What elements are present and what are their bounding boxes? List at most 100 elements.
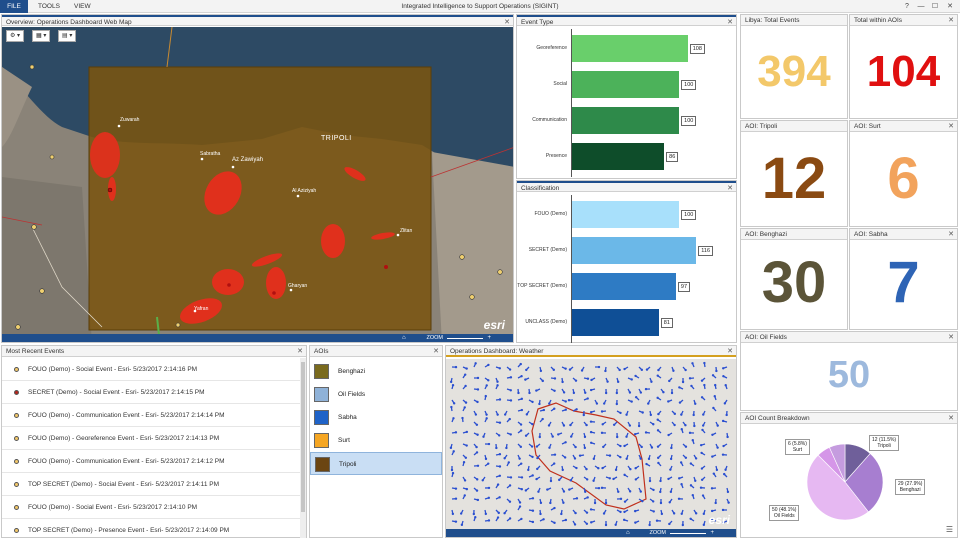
- weather-panel: Operations Dashboard: Weather ✕ esri ⌂ ZO…: [445, 345, 737, 538]
- close-icon[interactable]: ✕: [433, 346, 439, 357]
- bar[interactable]: [572, 71, 680, 98]
- bar[interactable]: [572, 201, 680, 228]
- close-icon[interactable]: ✕: [727, 17, 733, 28]
- wind-arrow-head: [476, 478, 479, 481]
- wind-arrow-head: [498, 421, 502, 424]
- bookmark-tool-button[interactable]: ▤ ▾: [58, 30, 77, 42]
- wind-arrow-head: [542, 518, 545, 521]
- event-row[interactable]: TOP SECRET (Demo) - Presence Event - Esr…: [2, 519, 300, 538]
- zoom-slider[interactable]: [447, 338, 483, 339]
- wind-arrow-head: [589, 508, 593, 511]
- wind-arrow-head: [699, 443, 703, 447]
- wind-arrow-head: [496, 516, 500, 519]
- home-icon[interactable]: ⌂: [402, 334, 406, 342]
- event-row[interactable]: FOUO (Demo) - Social Event - Esri- 5/23/…: [2, 358, 300, 381]
- zoom-in-icon[interactable]: +: [710, 529, 714, 537]
- wind-arrow-head: [678, 477, 681, 480]
- pie-data-label: 12 (11.5%) Tripoli: [869, 435, 900, 451]
- event-row[interactable]: FOUO (Demo) - Communication Event - Esri…: [2, 404, 300, 427]
- bar[interactable]: [572, 237, 697, 264]
- wind-arrow-head: [586, 478, 589, 481]
- bar[interactable]: [572, 309, 659, 336]
- wind-arrow-head: [669, 490, 673, 494]
- map-canvas[interactable]: Zuwarah Sabratha Az Zawiyah TRIPOLI Al A…: [2, 27, 513, 342]
- aoi-list: Benghazi Oil Fields Sabha Surt Tripoli: [310, 358, 444, 538]
- wind-arrow-head: [487, 486, 491, 490]
- wind-arrow-head: [568, 488, 571, 491]
- wind-arrow-head: [650, 380, 653, 383]
- close-icon[interactable]: ✕: [948, 15, 954, 26]
- wind-arrow-head: [463, 479, 467, 482]
- wind-arrow-head: [680, 512, 683, 515]
- wind-arrow-head: [681, 380, 685, 384]
- bar-category-label: Georeference: [536, 45, 567, 51]
- event-row[interactable]: FOUO (Demo) - Communication Event - Esri…: [2, 450, 300, 473]
- close-icon[interactable]: ✕: [727, 346, 733, 357]
- aoi-item-surt[interactable]: Surt: [310, 429, 442, 452]
- wind-arrow-head: [619, 455, 622, 459]
- wind-arrow-head: [475, 423, 479, 426]
- wind-arrow-head: [692, 413, 695, 417]
- basemap-tool-button[interactable]: ▦ ▾: [32, 30, 51, 42]
- menu-tools[interactable]: TOOLS: [32, 0, 66, 13]
- bar[interactable]: [572, 35, 688, 62]
- layers-tool-button[interactable]: ⚙ ▾: [6, 30, 25, 42]
- aoi-item-benghazi[interactable]: Benghazi: [310, 360, 442, 383]
- wind-arrow-head: [535, 445, 539, 448]
- maximize-icon[interactable]: ☐: [928, 0, 942, 13]
- close-icon[interactable]: ✕: [948, 332, 954, 343]
- close-icon[interactable]: ✕: [297, 346, 303, 357]
- aoi-breakdown-panel: AOI Count Breakdown ✕ 12 (11.5%) Tripoli 29…: [740, 412, 958, 538]
- event-row[interactable]: FOUO (Demo) - Georeference Event - Esri-…: [2, 427, 300, 450]
- close-icon[interactable]: ✕: [948, 413, 954, 424]
- wind-arrow-head: [612, 423, 616, 427]
- wind-arrow-head: [667, 400, 670, 403]
- wind-arrow-head: [551, 435, 554, 438]
- wind-arrow-head: [575, 466, 578, 470]
- close-icon[interactable]: ✕: [948, 229, 954, 240]
- wind-arrow-head: [600, 431, 604, 435]
- event-row[interactable]: SECRET (Demo) - Social Event - Esri- 5/2…: [2, 381, 300, 404]
- menu-file[interactable]: FILE: [0, 0, 28, 13]
- place-label: Gharyan: [288, 283, 308, 289]
- esri-logo: esri: [483, 318, 505, 332]
- help-icon[interactable]: ?: [900, 0, 914, 13]
- bar[interactable]: [572, 273, 676, 300]
- wind-arrow-head: [601, 466, 604, 470]
- wind-arrow-head: [644, 431, 648, 434]
- map-title: Overview: Operations Dashboard Web Map: [6, 19, 132, 26]
- wind-arrow-head: [585, 522, 589, 526]
- list-icon[interactable]: ☰: [946, 525, 953, 534]
- wind-arrow-head: [615, 391, 619, 395]
- bar[interactable]: [572, 107, 680, 134]
- aoi-item-sabha[interactable]: Sabha: [310, 406, 442, 429]
- events-scrollbar[interactable]: [300, 358, 306, 538]
- event-row[interactable]: TOP SECRET (Demo) - Social Event - Esri-…: [2, 473, 300, 496]
- menu-view[interactable]: VIEW: [68, 0, 97, 13]
- bar-category-label: Presence: [545, 153, 567, 159]
- wind-arrow-head: [597, 365, 601, 369]
- wind-arrow-head: [723, 402, 727, 405]
- wind-arrow-head: [508, 368, 512, 371]
- bar[interactable]: [572, 143, 665, 170]
- weather-map[interactable]: esri ⌂ ZOOM +: [446, 359, 736, 537]
- pie-label-name: Surt: [792, 447, 803, 453]
- wind-arrow-head: [508, 517, 512, 520]
- zoom-slider[interactable]: [670, 533, 706, 534]
- wind-arrow-head: [548, 446, 551, 449]
- close-window-icon[interactable]: ✕: [943, 0, 957, 13]
- wind-arrow-head: [619, 510, 622, 514]
- zoom-in-icon[interactable]: +: [487, 334, 491, 342]
- event-row[interactable]: FOUO (Demo) - Social Event - Esri- 5/23/…: [2, 496, 300, 519]
- wind-arrow-head: [684, 456, 688, 459]
- wind-arrow-head: [481, 479, 484, 482]
- minimize-icon[interactable]: —: [914, 0, 928, 13]
- wind-arrow-head: [660, 512, 664, 516]
- wind-arrow-head: [688, 431, 692, 435]
- wind-arrow-head: [699, 486, 703, 489]
- home-icon[interactable]: ⌂: [626, 529, 630, 537]
- aoi-item-tripoli[interactable]: Tripoli: [310, 452, 442, 475]
- aoi-item-oil-fields[interactable]: Oil Fields: [310, 383, 442, 406]
- close-icon[interactable]: ✕: [948, 121, 954, 132]
- close-icon[interactable]: ✕: [727, 183, 733, 194]
